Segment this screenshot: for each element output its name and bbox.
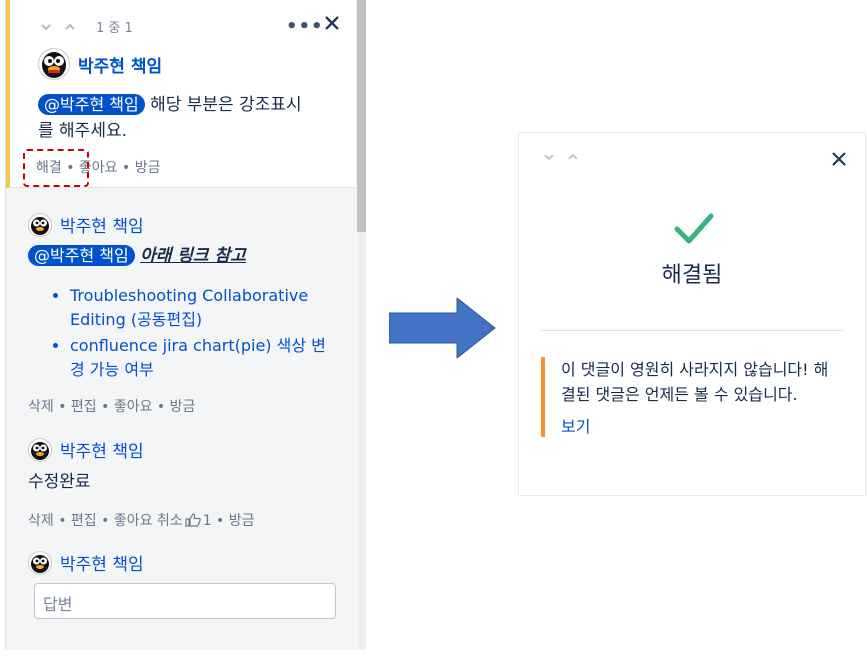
close-icon[interactable] <box>323 14 341 32</box>
reply-actions[interactable]: 삭제 • 편집 • 좋아요 취소 1 • 방금 <box>28 510 255 530</box>
more-icon[interactable]: ••• <box>286 16 324 37</box>
comment-body: @박주현 책임 해당 부분은 강조표시 를 해주세요. <box>38 92 358 144</box>
mention-badge[interactable]: @박주현 책임 <box>38 94 145 115</box>
list-item-link[interactable]: Troubleshooting Collaborative Editing (공… <box>70 284 340 332</box>
resolved-title: 해결됨 <box>661 263 723 288</box>
reply-actions[interactable]: 삭제 • 편집 • 좋아요 • 방금 <box>28 396 195 416</box>
penguin-avatar <box>38 48 70 80</box>
reply-author[interactable]: 박주현 책임 <box>28 212 144 237</box>
author-name: 박주현 책임 <box>78 56 163 77</box>
notice-text: 이 댓글이 영원히 사라지지 않습니다! 해결된 댓글은 언제든 볼 수 있습니… <box>561 360 829 404</box>
comment-author[interactable]: 박주현 책임 <box>38 48 162 80</box>
resolved-panel: 해결됨 이 댓글이 영원히 사라지지 않습니다! 해결된 댓글은 언제든 볼 수… <box>518 132 866 496</box>
comment-panel: 1 중 1 ••• 박주현 책임 @박주현 책임 해당 부분은 강조표시 를 해… <box>5 0 359 650</box>
divider <box>541 330 843 331</box>
reply-actions-text[interactable]: 삭제 • 편집 • 좋아요 취소 <box>28 510 183 530</box>
chevron-down-icon[interactable] <box>543 151 555 163</box>
resolved-notice: 이 댓글이 영원히 사라지지 않습니다! 해결된 댓글은 언제든 볼 수 있습니… <box>541 357 841 437</box>
reply-input[interactable]: 답변 <box>34 583 336 619</box>
comment-counter: 1 중 1 <box>96 21 133 36</box>
penguin-avatar <box>28 550 52 575</box>
view-link[interactable]: 보기 <box>561 413 841 437</box>
check-icon <box>674 213 714 244</box>
scroll-thumb[interactable] <box>357 0 366 232</box>
mention-badge[interactable]: @박주현 책임 <box>28 245 135 266</box>
comment-nav: 1 중 1 <box>40 17 133 36</box>
arrow-right-icon <box>389 298 496 358</box>
penguin-avatar <box>28 437 52 462</box>
chevron-down-icon[interactable] <box>40 21 52 33</box>
author-name: 박주현 책임 <box>60 217 144 237</box>
comment-text-line2: 를 해주세요. <box>38 121 128 141</box>
link-list: Troubleshooting Collaborative Editing (공… <box>54 284 340 384</box>
active-comment: 1 중 1 ••• 박주현 책임 @박주현 책임 해당 부분은 강조표시 를 해… <box>6 0 356 188</box>
reply-body: @박주현 책임 아래 링크 참고 <box>28 243 246 269</box>
author-name: 박주현 책임 <box>60 442 144 462</box>
list-item-link[interactable]: confluence jira chart(pie) 색상 변경 가능 여부 <box>70 334 340 382</box>
scrollbar[interactable] <box>357 0 366 650</box>
reply-text-link[interactable]: 아래 링크 참고 <box>140 246 246 266</box>
reply-body: 수정완료 <box>28 472 91 492</box>
reply-box-author: 박주현 책임 <box>28 550 144 575</box>
resolve-highlight-box <box>23 149 89 187</box>
close-icon[interactable] <box>831 151 847 167</box>
chevron-up-icon[interactable] <box>567 151 579 163</box>
thumbs-up-icon <box>185 513 201 527</box>
reply-author[interactable]: 박주현 책임 <box>28 437 144 462</box>
comment-text: 해당 부분은 강조표시 <box>150 95 302 115</box>
penguin-avatar <box>28 212 52 237</box>
chevron-up-icon[interactable] <box>64 21 76 33</box>
comment-nav <box>543 151 579 163</box>
like-count: 1 • 방금 <box>202 513 255 529</box>
author-name: 박주현 책임 <box>60 555 144 575</box>
